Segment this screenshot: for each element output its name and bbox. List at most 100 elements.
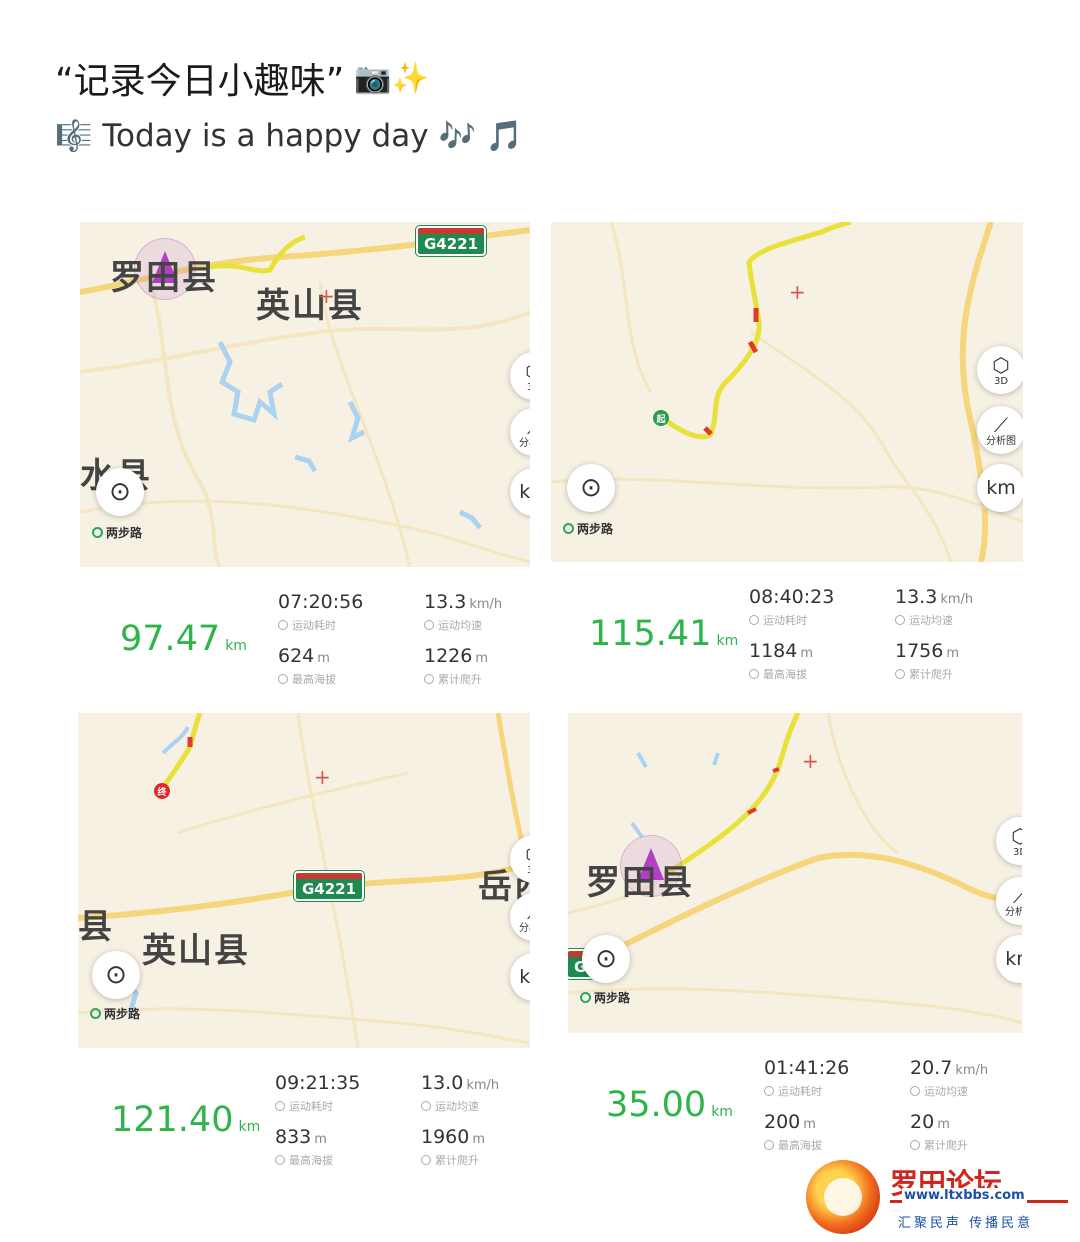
map-view[interactable]: 罗田县 G + ⊙ 两步路 ⬡3D ⟋分析图 km <box>568 713 1022 1033</box>
climb-unit: m <box>472 1132 486 1147</box>
locate-button[interactable]: ⊙ <box>567 464 615 512</box>
chart-icon: ⟋ <box>1013 883 1022 908</box>
climb-value: 1960 <box>421 1126 470 1148</box>
3d-label: 3D <box>993 375 1009 387</box>
climb-icon <box>895 669 905 679</box>
forum-url: www.ltxbbs.com <box>902 1188 1027 1203</box>
max-altitude-value: 1184 <box>749 640 798 662</box>
climb-unit: m <box>937 1117 950 1132</box>
speed-stat: 13.3 km/h 运动均速 <box>424 591 502 633</box>
max-altitude-stat: 833 m 最高海拔 <box>275 1126 333 1168</box>
brand-logo-icon <box>563 523 574 534</box>
distance-value: 97.47 km <box>120 619 247 659</box>
track-card-4[interactable]: 罗田县 G + ⊙ 两步路 ⬡3D ⟋分析图 km 35.00km 01:41:… <box>568 713 1022 1173</box>
climb-label: 累计爬升 <box>438 673 482 686</box>
km-label: km <box>986 476 1016 499</box>
distance-number: 35.00 <box>606 1085 707 1125</box>
duration-value: 01:41:26 <box>764 1057 850 1079</box>
cube-icon: ⬡ <box>992 352 1010 377</box>
highway-shield: G4221 <box>294 871 365 901</box>
brand-logo: 两步路 <box>580 989 630 1006</box>
mountain-icon <box>764 1140 774 1150</box>
distance-unit: km <box>716 633 739 649</box>
max-altitude-unit: m <box>803 1117 816 1132</box>
max-altitude-stat: 200 m 最高海拔 <box>764 1111 822 1153</box>
music-score-icon: 🎼 <box>55 118 93 154</box>
distance-unit: km <box>225 638 247 654</box>
analysis-label: 分析图 <box>986 435 1016 447</box>
climb-unit: m <box>946 646 960 661</box>
3d-button[interactable]: ⬡3D <box>977 346 1023 394</box>
track-card-1[interactable]: 罗田县 英山县 水县 G4221 + ⊙ 两步路 ⬡3D ⟋分析图 km 97.… <box>80 222 530 702</box>
distance-number: 97.47 <box>120 619 221 659</box>
locate-button[interactable]: ⊙ <box>92 951 140 999</box>
speed-value: 20.7 <box>910 1057 953 1079</box>
forum-slogan: 汇聚民声 传播民意 <box>898 1216 1034 1231</box>
cube-icon: ⬡ <box>525 843 530 865</box>
crosshair-icon: + <box>802 749 819 773</box>
map-view[interactable]: 起 + ⊙ 两步路 ⬡ 3D ⟋ 分析图 km <box>551 222 1023 562</box>
brand-logo: 两步路 <box>90 1005 140 1022</box>
climb-stat: 20 m 累计爬升 <box>910 1111 968 1153</box>
distance-value: 35.00 km <box>606 1085 733 1125</box>
max-altitude-stat: 624 m 最高海拔 <box>278 645 336 687</box>
speed-unit: km/h <box>466 1078 500 1093</box>
climb-value: 20 <box>910 1111 935 1133</box>
stats-panel: 115.41 km 08:40:23 运动耗时 13.3 km/h 运动均速 118… <box>551 562 1023 702</box>
forum-watermark: 罗田论坛 汇聚民声 传播民意 www.ltxbbs.com <box>806 1160 1068 1236</box>
climb-icon <box>424 674 434 684</box>
duration-stat: 07:20:56 运动耗时 <box>278 591 363 633</box>
max-altitude-label: 最高海拔 <box>289 1154 333 1167</box>
brand-name: 两步路 <box>594 991 631 1005</box>
clock-icon <box>278 620 288 630</box>
map-view[interactable]: 终 英山县 县 岳西 G4221 + ⊙ 两步路 ⬡3D ⟋分析图 km <box>78 713 530 1048</box>
speed-unit: km/h <box>469 597 503 612</box>
km-button[interactable]: km <box>977 464 1023 512</box>
climb-stat: 1226 m 累计爬升 <box>424 645 488 687</box>
brand-logo-icon <box>90 1008 101 1019</box>
max-altitude-unit: m <box>800 646 814 661</box>
speedometer-icon <box>424 620 434 630</box>
3d-label: 3D <box>527 865 530 876</box>
duration-value: 08:40:23 <box>749 586 835 608</box>
max-altitude-label: 最高海拔 <box>778 1139 822 1152</box>
crosshair-icon: + <box>314 765 331 789</box>
duration-stat: 09:21:35 运动耗时 <box>275 1072 360 1114</box>
map-label-yingshan: 英山县 <box>142 931 250 971</box>
clock-icon <box>275 1101 285 1111</box>
clock-icon <box>764 1086 774 1096</box>
distance-unit: km <box>711 1104 733 1120</box>
brand-logo-icon <box>92 527 103 538</box>
camera-sparkle-icon: 📷✨ <box>354 60 430 96</box>
post-title-line: “记录今日小趣味” 📷✨ <box>55 52 523 104</box>
locate-button[interactable]: ⊙ <box>582 935 630 983</box>
mountain-icon <box>749 669 759 679</box>
max-altitude-label: 最高海拔 <box>763 668 807 681</box>
duration-stat: 08:40:23 运动耗时 <box>749 586 834 628</box>
duration-label: 运动耗时 <box>289 1100 333 1113</box>
distance-value: 121.40 km <box>111 1100 260 1140</box>
km-label: km <box>519 480 530 503</box>
distance-value: 115.41 km <box>589 614 738 654</box>
analysis-label: 分析图 <box>519 437 530 449</box>
analysis-button[interactable]: ⟋分析图 <box>977 406 1023 454</box>
map-view[interactable]: 罗田县 英山县 水县 G4221 + ⊙ 两步路 ⬡3D ⟋分析图 km <box>80 222 530 567</box>
track-card-3[interactable]: 终 英山县 县 岳西 G4221 + ⊙ 两步路 ⬡3D ⟋分析图 km 121… <box>78 713 530 1193</box>
climb-stat: 1960 m 累计爬升 <box>421 1126 485 1168</box>
post-subtitle-line: 🎼 Today is a happy day 🎶 🎵 <box>55 118 523 154</box>
3d-label: 3D <box>527 382 530 393</box>
speedometer-icon <box>895 615 905 625</box>
map-label-luotian: 罗田县 <box>586 863 694 903</box>
climb-stat: 1756 m 累计爬升 <box>895 640 959 682</box>
locate-button[interactable]: ⊙ <box>96 468 144 516</box>
start-marker: 起 <box>653 410 669 426</box>
stats-panel: 121.40 km 09:21:35 运动耗时 13.0 km/h 运动均速 833… <box>78 1048 530 1193</box>
analysis-label: 分析图 <box>519 922 530 934</box>
speed-unit: km/h <box>940 592 974 607</box>
max-altitude-value: 624 <box>278 645 315 667</box>
speed-label: 运动均速 <box>438 619 482 632</box>
max-altitude-unit: m <box>317 651 330 666</box>
track-card-2[interactable]: 起 + ⊙ 两步路 ⬡ 3D ⟋ 分析图 km 115.41 km 08:40:23 … <box>551 222 1023 702</box>
brand-logo: 两步路 <box>563 520 613 537</box>
duration-label: 运动耗时 <box>763 614 807 627</box>
